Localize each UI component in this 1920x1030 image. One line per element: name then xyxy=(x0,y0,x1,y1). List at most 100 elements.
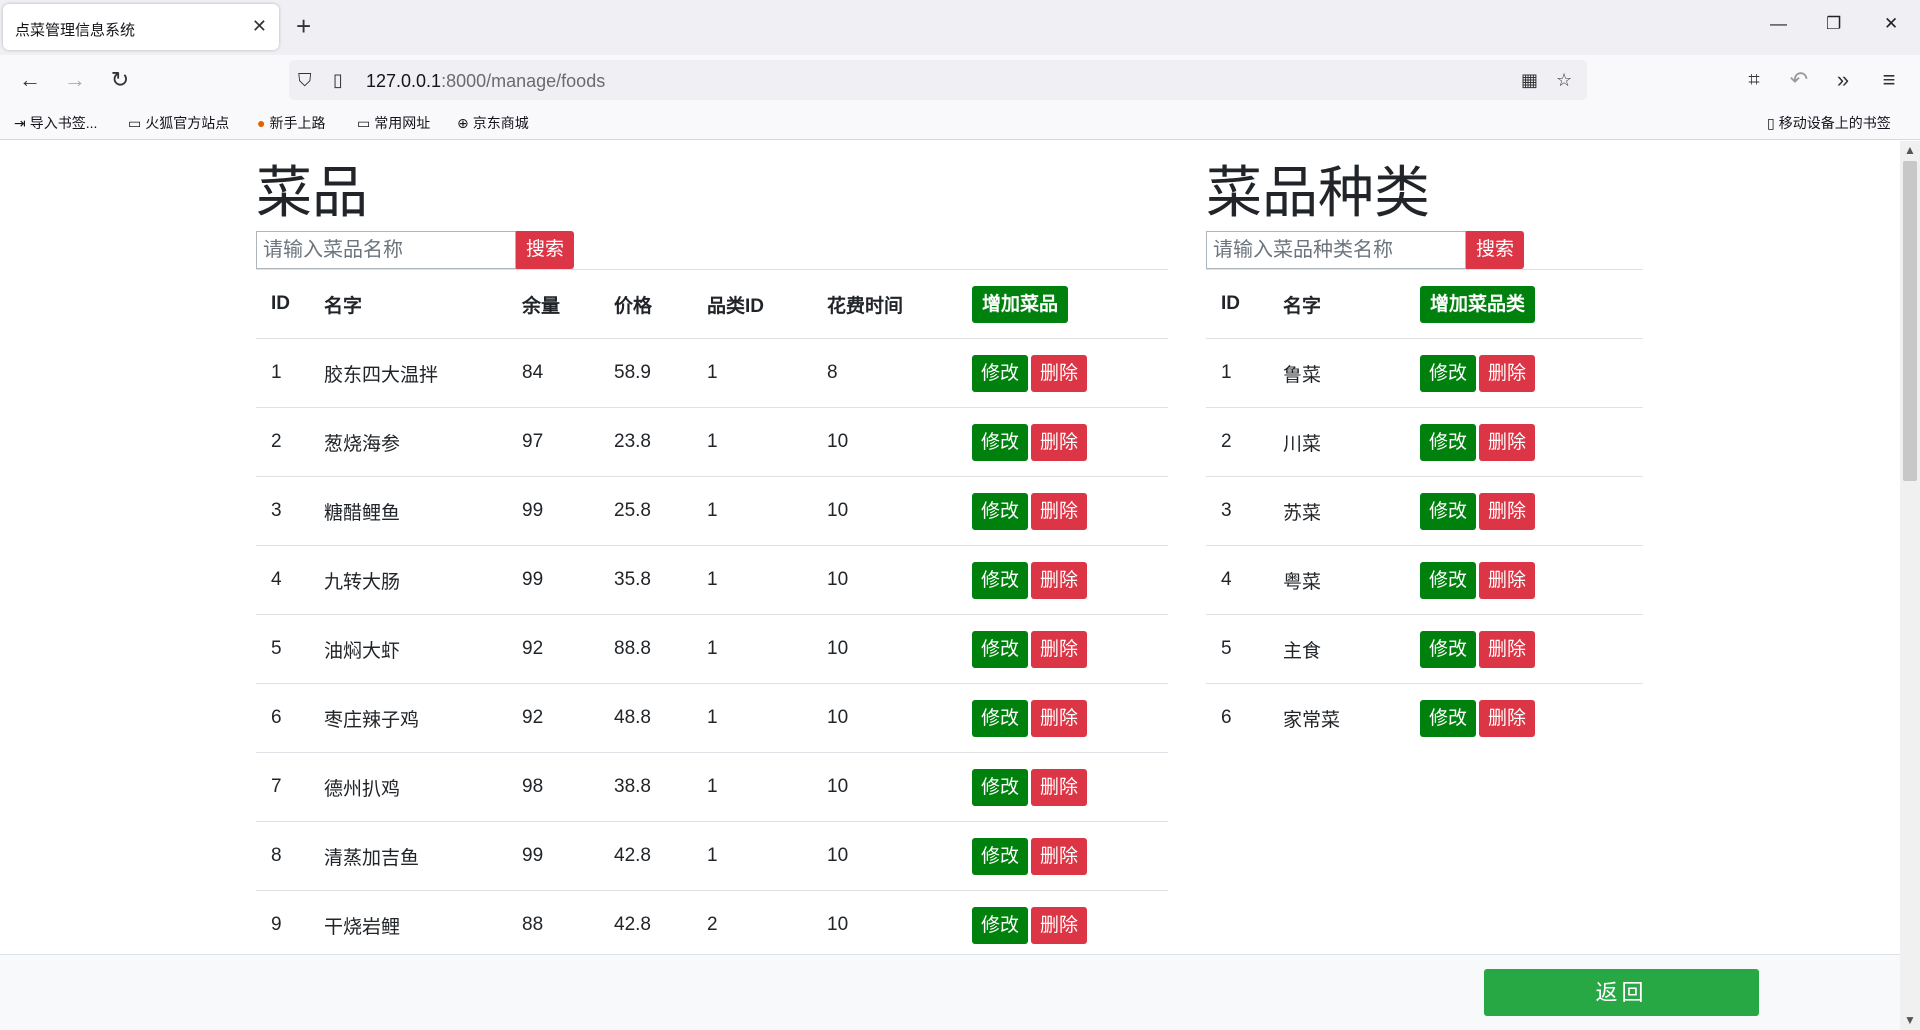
food-delete-button[interactable]: 删除 xyxy=(1031,492,1087,530)
food-delete-button[interactable]: 删除 xyxy=(1031,768,1087,806)
category-delete-button[interactable]: 删除 xyxy=(1479,561,1535,599)
category-delete-button[interactable]: 删除 xyxy=(1479,423,1535,461)
shield-icon[interactable]: ⛉ xyxy=(298,68,312,92)
bookmark-import[interactable]: ⇥ 导入书签... xyxy=(14,113,97,133)
bookmark-common-sites[interactable]: ▭ 常用网址 xyxy=(357,113,430,133)
food-delete-button[interactable]: 删除 xyxy=(1031,561,1087,599)
row-actions: 修改 删除 xyxy=(1420,476,1643,546)
table-cell: 1 xyxy=(707,545,827,615)
minimize-icon[interactable]: — xyxy=(1770,14,1787,34)
scroll-down-icon[interactable]: ▼ xyxy=(1904,1013,1916,1027)
table-cell: 1 xyxy=(707,614,827,684)
table-cell: 7 xyxy=(256,752,324,822)
scrollbar-thumb[interactable] xyxy=(1903,161,1917,481)
foods-search-button[interactable]: 搜索 xyxy=(516,231,574,269)
categories-search-button[interactable]: 搜索 xyxy=(1466,231,1524,269)
table-cell: 德州扒鸡 xyxy=(324,752,522,822)
bookmark-mobile[interactable]: ▯ 移动设备上的书签 xyxy=(1767,113,1891,133)
row-actions: 修改 删除 xyxy=(972,476,1168,546)
food-edit-button[interactable]: 修改 xyxy=(972,423,1028,461)
table-row: 4 九转大肠 99 35.8 1 10 修改 删除 xyxy=(256,545,1168,615)
table-cell: 2 xyxy=(1206,407,1283,477)
table-cell: 42.8 xyxy=(614,890,707,960)
food-delete-button[interactable]: 删除 xyxy=(1031,699,1087,737)
table-cell: 8 xyxy=(256,821,324,891)
category-edit-button[interactable]: 修改 xyxy=(1420,630,1476,668)
food-edit-button[interactable]: 修改 xyxy=(972,630,1028,668)
category-edit-button[interactable]: 修改 xyxy=(1420,699,1476,737)
row-actions: 修改 删除 xyxy=(972,683,1168,753)
table-cell: 油焖大虾 xyxy=(324,614,522,684)
back-arrow-icon[interactable]: ← xyxy=(17,67,43,93)
category-edit-button[interactable]: 修改 xyxy=(1420,492,1476,530)
back-button[interactable]: 返回 xyxy=(1484,969,1759,1016)
table-row: 6 枣庄辣子鸡 92 48.8 1 10 修改 删除 xyxy=(256,683,1168,753)
food-delete-button[interactable]: 删除 xyxy=(1031,906,1087,944)
window-close-icon[interactable]: ✕ xyxy=(1884,14,1898,34)
menu-icon[interactable]: ≡ xyxy=(1876,67,1902,93)
reload-icon[interactable]: ↻ xyxy=(107,67,133,93)
table-cell: 10 xyxy=(827,752,972,822)
food-edit-button[interactable]: 修改 xyxy=(972,768,1028,806)
restore-icon[interactable]: ❐ xyxy=(1826,14,1841,34)
foods-title: 菜品 xyxy=(256,161,368,224)
row-actions: 修改 删除 xyxy=(1420,683,1643,753)
table-row: 6 家常菜 修改 删除 xyxy=(1206,683,1643,753)
bookmark-star-icon[interactable]: ☆ xyxy=(1556,68,1572,92)
food-edit-button[interactable]: 修改 xyxy=(972,561,1028,599)
categories-table-body: 1 鲁菜 修改 删除 2 川菜 修改 删除 3 苏菜 修改 删除 4 粤菜 修改 删除 5 主食 修改 删除 6 家常菜修… xyxy=(1206,338,1643,753)
food-edit-button[interactable]: 修改 xyxy=(972,492,1028,530)
table-cell: 胶东四大温拌 xyxy=(324,338,522,408)
browser-tab[interactable]: 点菜管理信息系统 ✕ xyxy=(3,4,279,50)
bookmark-firefox-site[interactable]: ▭ 火狐官方站点 xyxy=(128,113,229,133)
undo-icon[interactable]: ↶ xyxy=(1786,67,1812,93)
food-delete-button[interactable]: 删除 xyxy=(1031,837,1087,875)
scroll-up-icon[interactable]: ▲ xyxy=(1904,143,1916,157)
table-cell: 38.8 xyxy=(614,752,707,822)
table-row: 9 干烧岩鲤 88 42.8 2 10 修改 删除 xyxy=(256,890,1168,960)
add-category-button[interactable]: 增加菜品类 xyxy=(1420,285,1536,323)
page-icon[interactable]: ▯ xyxy=(333,68,343,92)
url-text[interactable]: 127.0.0.1:8000/manage/foods xyxy=(366,71,605,92)
category-edit-button[interactable]: 修改 xyxy=(1420,561,1476,599)
foods-table-body: 1 胶东四大温拌 84 58.9 1 8 修改 删除 2 葱烧海参 97 23.8 1 10 修改 删除 3 糖醋… xyxy=(256,338,1168,960)
table-cell: 川菜 xyxy=(1283,407,1420,477)
table-row: 5 主食 修改 删除 xyxy=(1206,614,1643,684)
category-delete-button[interactable]: 删除 xyxy=(1479,354,1535,392)
qr-code-icon[interactable]: ▦ xyxy=(1521,68,1538,92)
food-edit-button[interactable]: 修改 xyxy=(972,354,1028,392)
table-row: 5 油焖大虾 92 88.8 1 10 修改 删除 xyxy=(256,614,1168,684)
page-scrollbar[interactable]: ▲ ▼ xyxy=(1900,141,1920,1030)
table-cell: 84 xyxy=(522,338,614,408)
foods-search: 搜索 xyxy=(256,231,574,269)
food-delete-button[interactable]: 删除 xyxy=(1031,423,1087,461)
category-delete-button[interactable]: 删除 xyxy=(1479,492,1535,530)
table-cell: 3 xyxy=(1206,476,1283,546)
food-delete-button[interactable]: 删除 xyxy=(1031,354,1087,392)
add-food-button[interactable]: 增加菜品 xyxy=(972,285,1069,323)
row-actions: 修改 删除 xyxy=(972,614,1168,684)
category-edit-button[interactable]: 修改 xyxy=(1420,354,1476,392)
foods-search-input[interactable] xyxy=(256,231,516,269)
table-cell: 鲁菜 xyxy=(1283,338,1420,408)
table-cell: 8 xyxy=(827,338,972,408)
column-header: 名字 xyxy=(324,269,522,339)
category-delete-button[interactable]: 删除 xyxy=(1479,630,1535,668)
screenshot-icon[interactable]: ⌗ xyxy=(1741,67,1767,93)
category-delete-button[interactable]: 删除 xyxy=(1479,699,1535,737)
bookmark-jd[interactable]: ⊕ 京东商城 xyxy=(457,113,529,133)
food-edit-button[interactable]: 修改 xyxy=(972,837,1028,875)
table-cell: 1 xyxy=(707,683,827,753)
food-edit-button[interactable]: 修改 xyxy=(972,699,1028,737)
food-edit-button[interactable]: 修改 xyxy=(972,906,1028,944)
category-edit-button[interactable]: 修改 xyxy=(1420,423,1476,461)
forward-arrow-icon[interactable]: → xyxy=(62,67,88,93)
table-cell: 10 xyxy=(827,890,972,960)
food-delete-button[interactable]: 删除 xyxy=(1031,630,1087,668)
bookmark-getting-started[interactable]: ● 新手上路 xyxy=(257,113,325,133)
categories-search-input[interactable] xyxy=(1206,231,1466,269)
close-tab-icon[interactable]: ✕ xyxy=(252,16,267,36)
overflow-chevron-icon[interactable]: » xyxy=(1830,67,1856,93)
new-tab-icon[interactable]: + xyxy=(296,12,311,40)
address-bar[interactable]: ⛉ ▯ 127.0.0.1:8000/manage/foods ▦ ☆ xyxy=(289,60,1587,100)
